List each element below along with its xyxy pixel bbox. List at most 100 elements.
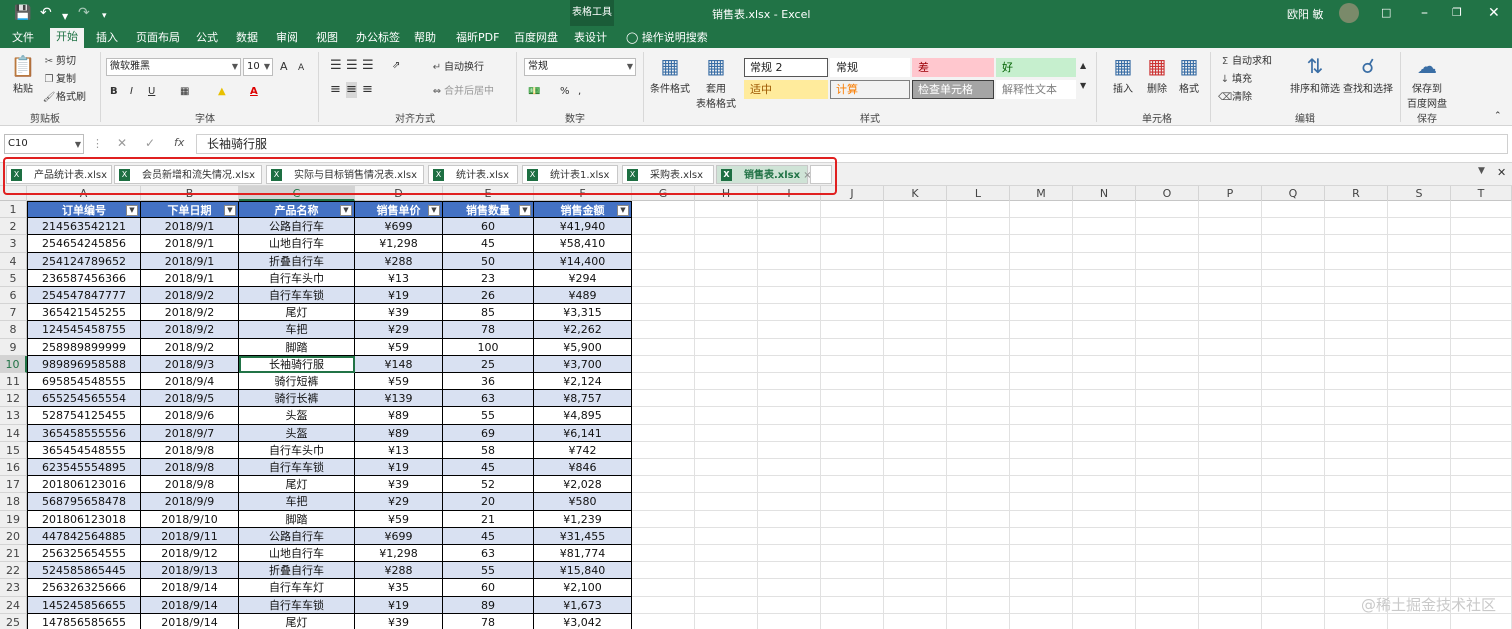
- align-left-icon[interactable]: ≡: [330, 82, 341, 98]
- table-cell[interactable]: 折叠自行车: [239, 562, 355, 580]
- table-cell[interactable]: ¥5,900: [534, 338, 632, 356]
- fill-color-icon[interactable]: ▲: [218, 84, 226, 100]
- table-cell[interactable]: 55: [443, 407, 534, 425]
- table-cell[interactable]: ¥3,315: [534, 304, 632, 322]
- insert-function-button[interactable]: fx: [174, 136, 184, 149]
- row-header[interactable]: 19: [0, 510, 27, 528]
- align-bottom-icon[interactable]: ☰: [362, 58, 374, 74]
- table-cell[interactable]: 自行车头巾: [239, 441, 355, 459]
- row-header[interactable]: 10: [0, 355, 27, 373]
- table-cell[interactable]: 365458555556: [27, 424, 141, 442]
- table-cell[interactable]: 989896958588: [27, 355, 141, 373]
- table-cell[interactable]: 100: [443, 338, 534, 356]
- table-cell[interactable]: 头盔: [239, 407, 355, 425]
- format-cells-button[interactable]: ▦ 格式: [1174, 54, 1204, 95]
- table-cell[interactable]: 2018/9/1: [141, 252, 239, 270]
- table-cell[interactable]: 254124789652: [27, 252, 141, 270]
- orientation-icon[interactable]: ⇗: [392, 58, 400, 74]
- table-cell[interactable]: ¥8,757: [534, 390, 632, 408]
- table-cell[interactable]: 524585865445: [27, 562, 141, 580]
- format-as-table-button[interactable]: ▦ 套用 表格格式: [692, 54, 740, 110]
- table-cell[interactable]: ¥89: [355, 424, 443, 442]
- save-to-baidu-button[interactable]: ☁ 保存到 百度网盘: [1405, 54, 1449, 110]
- enter-icon[interactable]: ✓: [145, 136, 155, 150]
- table-cell[interactable]: 2018/9/4: [141, 373, 239, 391]
- table-cell[interactable]: ¥59: [355, 510, 443, 528]
- close-workbook-icon[interactable]: ✕: [1497, 166, 1506, 179]
- row-header[interactable]: 12: [0, 390, 27, 408]
- spreadsheet-grid[interactable]: ABCDEFGHIJKLMNOPQRST 1 2 3 4 5 6 7 8 9 10 11 12 13 14…: [0, 186, 1512, 629]
- tab-office-tab[interactable]: 办公标签: [350, 29, 406, 47]
- tell-me-search[interactable]: ◯ 操作说明搜索: [620, 29, 714, 47]
- cancel-icon[interactable]: ✕: [117, 136, 127, 150]
- clear-button[interactable]: ⌫清除: [1218, 90, 1252, 106]
- table-cell[interactable]: 车把: [239, 493, 355, 511]
- table-cell[interactable]: ¥846: [534, 459, 632, 477]
- table-cell[interactable]: ¥35: [355, 579, 443, 597]
- row-header[interactable]: 14: [0, 424, 27, 442]
- table-cell[interactable]: 公路自行车: [239, 527, 355, 545]
- column-header[interactable]: Q: [1262, 186, 1325, 201]
- table-cell[interactable]: 2018/9/14: [141, 613, 239, 629]
- autosum-button[interactable]: Σ 自动求和: [1218, 54, 1272, 70]
- table-cell[interactable]: 自行车车锁: [239, 287, 355, 305]
- cell-style-5[interactable]: 计算: [830, 80, 910, 99]
- tab-review[interactable]: 审阅: [270, 29, 304, 47]
- table-cell[interactable]: 自行车车锁: [239, 459, 355, 477]
- table-cell[interactable]: ¥39: [355, 304, 443, 322]
- cell-style-7[interactable]: 解释性文本: [996, 80, 1076, 99]
- tab-table-design[interactable]: 表设计: [568, 29, 613, 47]
- table-cell[interactable]: 147856585655: [27, 613, 141, 629]
- undo-dropdown-icon[interactable]: ▼: [62, 9, 68, 25]
- table-cell[interactable]: 尾灯: [239, 613, 355, 629]
- row-header[interactable]: 22: [0, 562, 27, 580]
- tab-foxit-pdf[interactable]: 福昕PDF: [450, 29, 505, 47]
- row-header[interactable]: 17: [0, 476, 27, 494]
- table-cell[interactable]: 258989899999: [27, 338, 141, 356]
- table-cell[interactable]: 528754125455: [27, 407, 141, 425]
- wrap-text-button[interactable]: ↵ 自动换行: [430, 60, 484, 76]
- table-cell[interactable]: 2018/9/6: [141, 407, 239, 425]
- table-cell[interactable]: ¥2,100: [534, 579, 632, 597]
- table-cell[interactable]: 55: [443, 562, 534, 580]
- align-center-icon[interactable]: ≡: [346, 82, 357, 98]
- table-cell[interactable]: 尾灯: [239, 476, 355, 494]
- filter-dropdown-icon[interactable]: ▼: [340, 205, 352, 216]
- table-cell[interactable]: 214563542121: [27, 218, 141, 236]
- table-cell[interactable]: ¥39: [355, 613, 443, 629]
- table-cell[interactable]: ¥29: [355, 493, 443, 511]
- table-cell[interactable]: 623545554895: [27, 459, 141, 477]
- row-header[interactable]: 4: [0, 252, 27, 270]
- tab-help[interactable]: 帮助: [408, 29, 442, 47]
- table-cell[interactable]: ¥288: [355, 252, 443, 270]
- percent-button[interactable]: %: [560, 84, 570, 100]
- table-cell[interactable]: 201806123018: [27, 510, 141, 528]
- table-cell[interactable]: ¥81,774: [534, 545, 632, 563]
- table-cell[interactable]: ¥59: [355, 338, 443, 356]
- table-cell[interactable]: ¥1,298: [355, 235, 443, 253]
- gallery-scroll-up-icon[interactable]: ▲: [1080, 58, 1086, 74]
- format-painter-button[interactable]: 🖌格式刷: [42, 90, 86, 106]
- table-cell[interactable]: 201806123016: [27, 476, 141, 494]
- table-header-cell[interactable]: 订单编号 ▼: [27, 201, 141, 219]
- italic-button[interactable]: I: [130, 84, 133, 100]
- table-cell[interactable]: 69: [443, 424, 534, 442]
- table-cell[interactable]: ¥139: [355, 390, 443, 408]
- table-cell[interactable]: 568795658478: [27, 493, 141, 511]
- shrink-font-button[interactable]: A: [298, 60, 304, 76]
- table-cell[interactable]: 自行车车锁: [239, 596, 355, 614]
- tab-home[interactable]: 开始: [50, 28, 84, 48]
- table-cell[interactable]: 63: [443, 390, 534, 408]
- cell-style-6[interactable]: 检查单元格: [912, 80, 994, 99]
- table-cell[interactable]: 36: [443, 373, 534, 391]
- row-header[interactable]: 16: [0, 459, 27, 477]
- table-cell[interactable]: ¥1,298: [355, 545, 443, 563]
- table-cell[interactable]: 60: [443, 579, 534, 597]
- table-cell[interactable]: ¥4,895: [534, 407, 632, 425]
- name-box[interactable]: C10 ▼: [4, 134, 84, 154]
- table-cell[interactable]: 2018/9/7: [141, 424, 239, 442]
- table-cell[interactable]: 2018/9/8: [141, 441, 239, 459]
- table-cell[interactable]: 256326325666: [27, 579, 141, 597]
- table-cell[interactable]: ¥3,042: [534, 613, 632, 629]
- table-cell[interactable]: 45: [443, 459, 534, 477]
